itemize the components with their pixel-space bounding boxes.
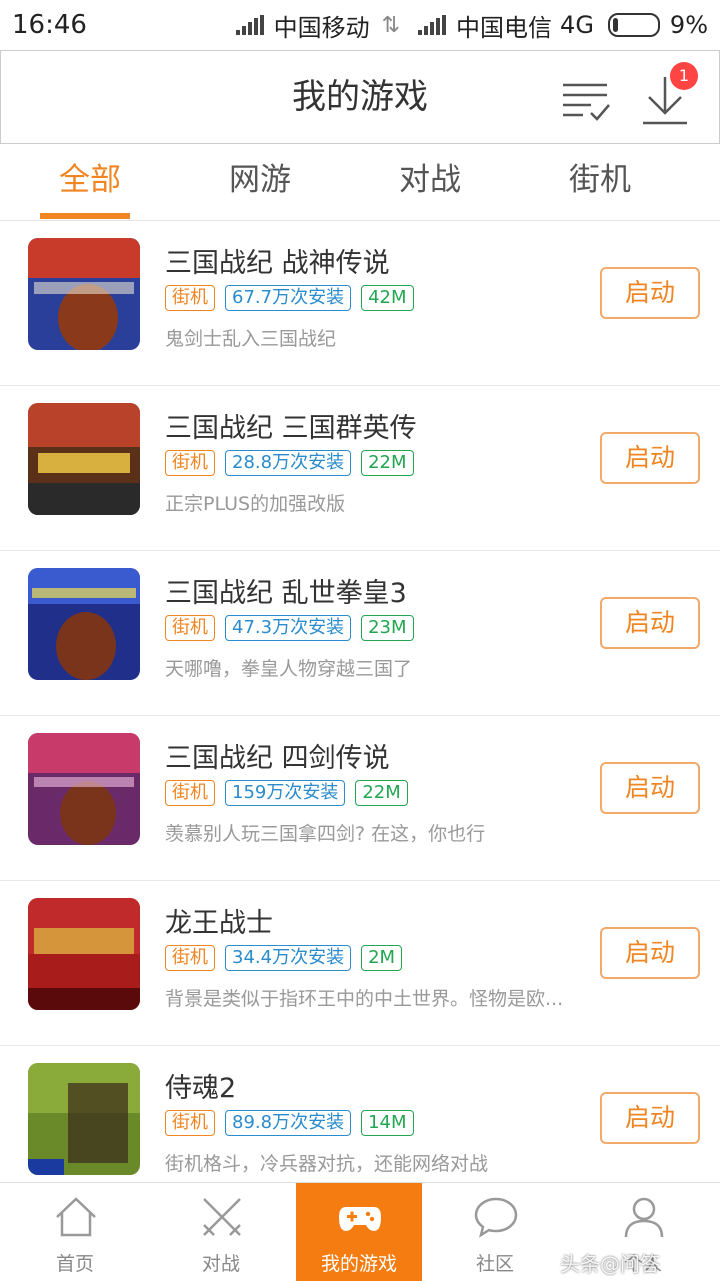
nav-label: 我的游戏 <box>320 1253 397 1275</box>
chat-bubble-icon <box>474 1197 518 1238</box>
install-count-tag: 159万次安装 <box>225 780 346 806</box>
install-count-tag: 47.3万次安装 <box>225 615 352 641</box>
signal-icon <box>418 15 448 35</box>
tab-indicator <box>40 213 130 219</box>
game-title: 三国战纪 四剑传说 <box>165 743 390 774</box>
nav-label: 首页 <box>55 1253 94 1275</box>
install-count-tag: 89.8万次安装 <box>225 1110 352 1136</box>
size-tag: 42M <box>361 285 414 311</box>
game-thumbnail <box>28 238 140 350</box>
game-title: 龙王战士 <box>165 908 273 939</box>
game-description: 正宗PLUS的加强改版 <box>165 493 346 515</box>
status-right: 中国移动 ⇅ 中国电信 4G 9% <box>230 8 708 43</box>
crossed-swords-icon <box>203 1198 241 1236</box>
install-count-tag: 28.8万次安装 <box>225 450 352 476</box>
carrier-1: 中国移动 <box>273 13 370 42</box>
user-icon <box>624 1197 664 1238</box>
list-item[interactable]: 三国战纪 战神传说 街机 67.7万次安装 42M 鬼剑士乱入三国战纪 启动 <box>0 221 720 386</box>
game-tags: 街机 159万次安装 22M <box>165 780 418 806</box>
data-swap-icon: ⇅ <box>381 12 401 38</box>
nav-label: 对战 <box>201 1253 240 1275</box>
game-description: 羡慕别人玩三国拿四剑? 在这，你也行 <box>165 823 486 845</box>
gamepad-icon <box>339 1207 381 1231</box>
status-bar: 16:46 中国移动 ⇅ 中国电信 4G 9% <box>0 0 720 50</box>
game-title: 侍魂2 <box>165 1073 237 1104</box>
game-thumbnail <box>28 898 140 1010</box>
launch-button[interactable]: 启动 <box>600 1092 700 1144</box>
tab-all[interactable]: 全部 <box>0 144 180 220</box>
category-tag: 街机 <box>165 285 215 311</box>
game-description: 街机格斗，冷兵器对抗，还能网络对战 <box>165 1153 489 1175</box>
home-icon <box>56 1197 96 1237</box>
category-tag: 街机 <box>165 450 215 476</box>
install-count-tag: 67.7万次安装 <box>225 285 352 311</box>
list-check-icon[interactable] <box>561 81 611 123</box>
category-tag: 街机 <box>165 1110 215 1136</box>
launch-button[interactable]: 启动 <box>600 267 700 319</box>
nav-community[interactable]: 社区 <box>432 1183 558 1281</box>
category-tag: 街机 <box>165 615 215 641</box>
game-description: 鬼剑士乱入三国战纪 <box>165 328 337 350</box>
category-tag: 街机 <box>165 780 215 806</box>
install-count-tag: 34.4万次安装 <box>225 945 352 971</box>
network-type: 4G <box>560 11 594 39</box>
size-tag: 23M <box>361 615 414 641</box>
list-item[interactable]: 三国战纪 三国群英传 街机 28.8万次安装 22M 正宗PLUS的加强改版 启… <box>0 386 720 551</box>
game-list: 三国战纪 战神传说 街机 67.7万次安装 42M 鬼剑士乱入三国战纪 启动 三… <box>0 221 720 1211</box>
game-thumbnail <box>28 403 140 515</box>
battery-level: 9% <box>669 11 708 39</box>
carrier-2: 中国电信 <box>456 13 553 42</box>
game-title: 三国战纪 三国群英传 <box>165 413 417 444</box>
launch-button[interactable]: 启动 <box>600 597 700 649</box>
category-tag: 街机 <box>165 945 215 971</box>
list-item[interactable]: 龙王战士 街机 34.4万次安装 2M 背景是类似于指环王中的中土世界。怪物是欧… <box>0 881 720 1046</box>
category-tabs: 全部 网游 对战 街机 <box>0 144 720 221</box>
game-description: 背景是类似于指环王中的中土世界。怪物是欧... <box>165 988 564 1010</box>
game-title: 三国战纪 战神传说 <box>165 248 390 279</box>
game-title: 三国战纪 乱世拳皇3 <box>165 578 407 609</box>
tab-arcade[interactable]: 街机 <box>510 144 690 220</box>
tab-online[interactable]: 网游 <box>170 144 350 220</box>
signal-icon <box>235 15 266 35</box>
game-description: 天哪噜，拳皇人物穿越三国了 <box>165 658 413 680</box>
list-item[interactable]: 三国战纪 乱世拳皇3 街机 47.3万次安装 23M 天哪噜，拳皇人物穿越三国了… <box>0 551 720 716</box>
status-time: 16:46 <box>12 10 87 40</box>
game-tags: 街机 67.7万次安装 42M <box>165 285 424 311</box>
nav-battle[interactable]: 对战 <box>158 1183 284 1281</box>
game-tags: 街机 89.8万次安装 14M <box>165 1110 424 1136</box>
battery-icon <box>607 13 660 37</box>
launch-button[interactable]: 启动 <box>600 927 700 979</box>
game-tags: 街机 28.8万次安装 22M <box>165 450 424 476</box>
size-tag: 2M <box>361 945 403 971</box>
size-tag: 14M <box>361 1110 414 1136</box>
nav-label: 社区 <box>475 1253 514 1275</box>
game-thumbnail <box>28 733 140 845</box>
tab-battle[interactable]: 对战 <box>340 144 520 220</box>
page-title: 我的游戏 <box>292 77 428 117</box>
watermark: 头条@问答 <box>560 1252 660 1276</box>
launch-button[interactable]: 启动 <box>600 762 700 814</box>
download-badge: 1 <box>670 62 698 90</box>
game-tags: 街机 47.3万次安装 23M <box>165 615 424 641</box>
game-tags: 街机 34.4万次安装 2M <box>165 945 412 971</box>
game-thumbnail <box>28 1063 140 1175</box>
nav-my-games[interactable]: 我的游戏 <box>296 1183 422 1281</box>
title-bar: 我的游戏 1 <box>0 50 720 144</box>
game-thumbnail <box>28 568 140 680</box>
size-tag: 22M <box>355 780 408 806</box>
size-tag: 22M <box>361 450 414 476</box>
list-item[interactable]: 三国战纪 四剑传说 街机 159万次安装 22M 羡慕别人玩三国拿四剑? 在这，… <box>0 716 720 881</box>
nav-home[interactable]: 首页 <box>12 1183 138 1281</box>
launch-button[interactable]: 启动 <box>600 432 700 484</box>
